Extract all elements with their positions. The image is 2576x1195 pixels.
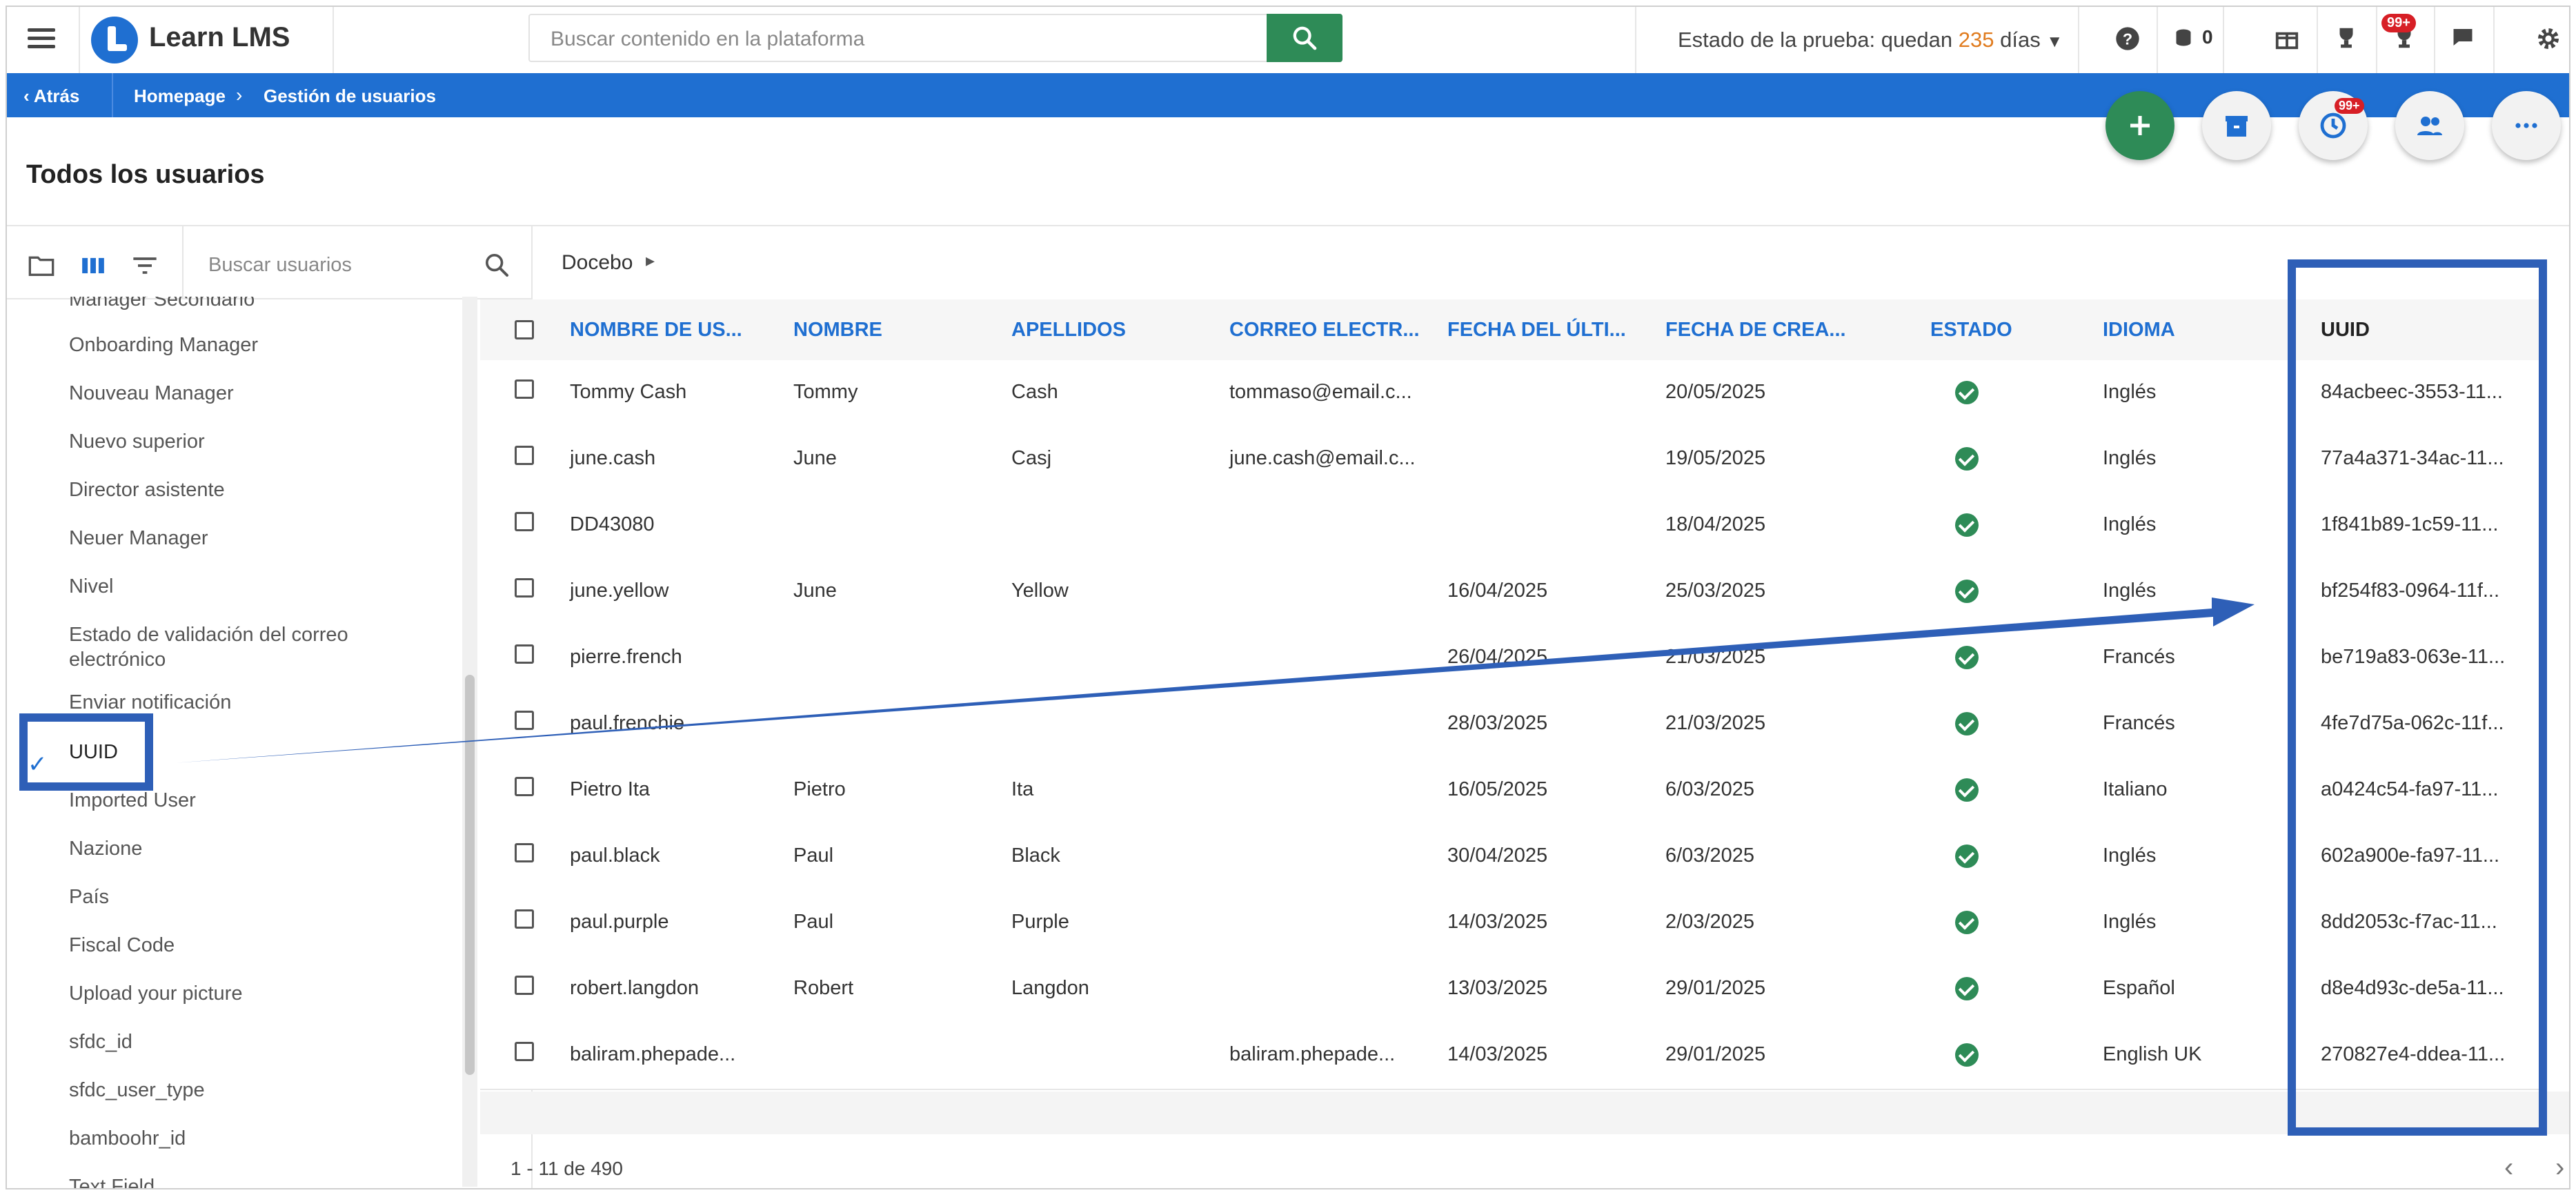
app-window: Learn LMS Buscar contenido en la platafo…: [6, 6, 2570, 1189]
annotation-arrow: [172, 598, 2255, 763]
